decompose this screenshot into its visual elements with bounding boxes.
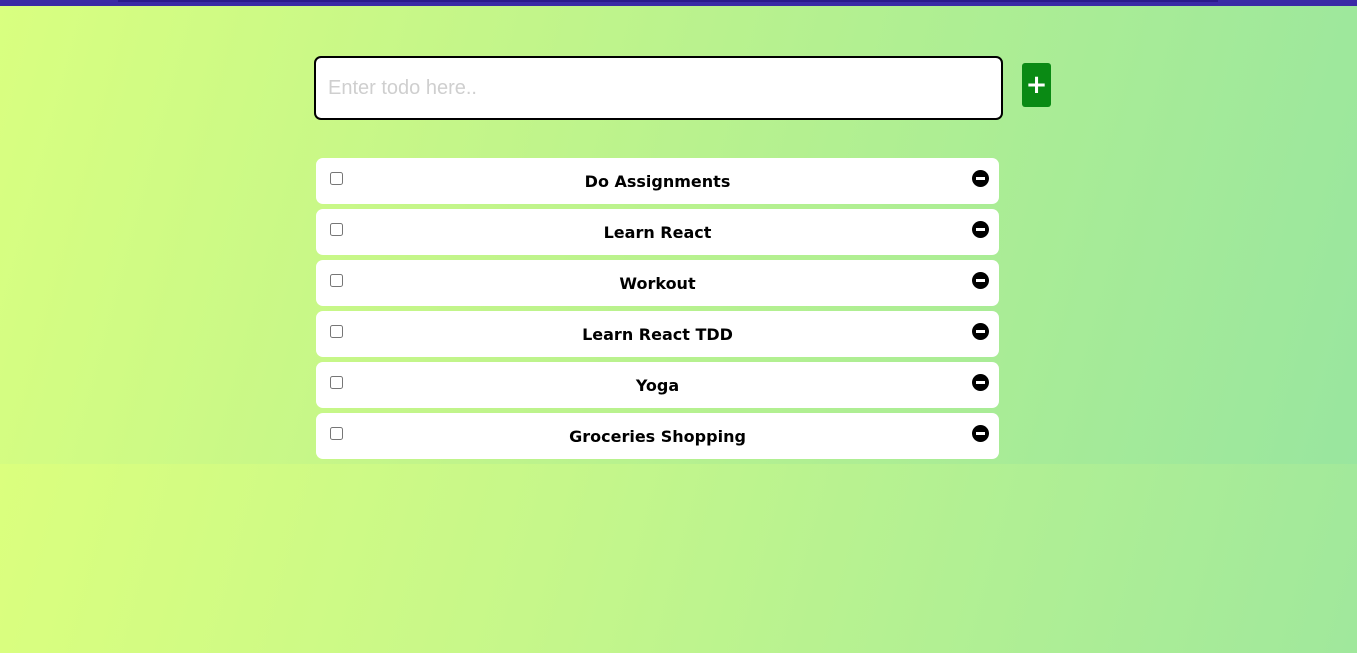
background-lower [0, 464, 1357, 653]
todo-label: Learn React [603, 223, 712, 242]
todo-item: Learn React [316, 209, 999, 255]
remove-todo-icon[interactable] [972, 425, 989, 442]
todo-app: + Do Assignments Learn React Workout Lea… [0, 0, 1357, 653]
todo-item: Learn React TDD [316, 311, 999, 357]
todo-label: Do Assignments [584, 172, 731, 191]
todo-item: Yoga [316, 362, 999, 408]
remove-todo-icon[interactable] [972, 272, 989, 289]
todo-item: Workout [316, 260, 999, 306]
remove-todo-icon[interactable] [972, 221, 989, 238]
todo-item: Do Assignments [316, 158, 999, 204]
todo-label: Groceries Shopping [569, 427, 746, 446]
todo-input[interactable] [314, 56, 1003, 120]
todo-label: Yoga [635, 376, 680, 395]
todo-list: Do Assignments Learn React Workout Learn… [316, 158, 999, 464]
top-bar-inner [118, 0, 1218, 2]
todo-label: Learn React TDD [582, 325, 733, 344]
remove-todo-icon[interactable] [972, 170, 989, 187]
top-bar [0, 0, 1357, 6]
add-todo-button[interactable]: + [1022, 63, 1051, 107]
remove-todo-icon[interactable] [972, 323, 989, 340]
remove-todo-icon[interactable] [972, 374, 989, 391]
todo-item: Groceries Shopping [316, 413, 999, 459]
todo-label: Workout [619, 274, 696, 293]
